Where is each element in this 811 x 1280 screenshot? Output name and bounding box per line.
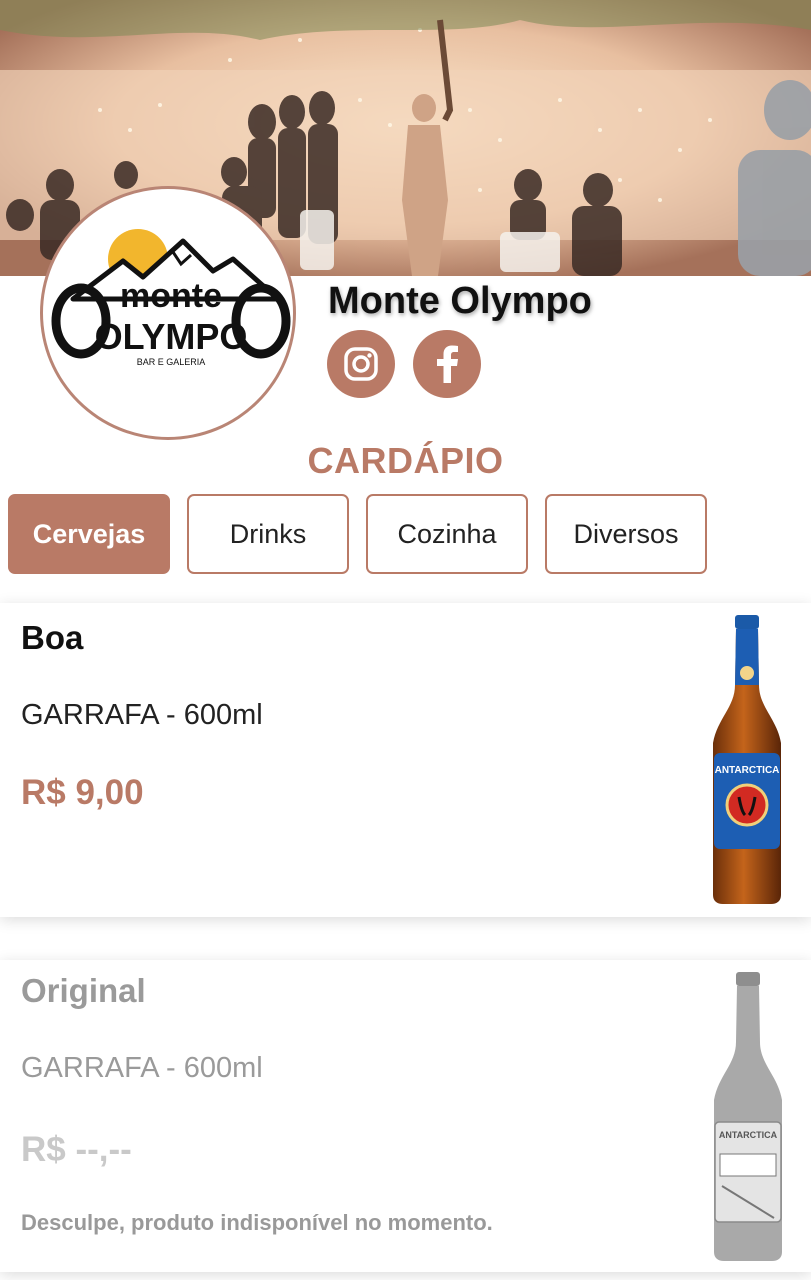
tab-cozinha[interactable]: Cozinha xyxy=(366,494,528,574)
venue-name: Monte Olympo xyxy=(328,280,592,322)
product-name: Original xyxy=(21,972,146,1009)
product-price: R$ 9,00 xyxy=(21,773,144,812)
logo-top-text: monte xyxy=(120,277,222,315)
menu-title: CARDÁPIO xyxy=(307,440,504,481)
instagram-button[interactable] xyxy=(327,330,395,398)
logo-main-text: OLYMPO xyxy=(95,316,248,357)
product-description: GARRAFA - 600ml xyxy=(21,699,263,731)
venue-logo: monte OLYMPO BAR E GALERIA xyxy=(40,186,296,440)
tab-cervejas[interactable]: Cervejas xyxy=(8,494,170,574)
unavailable-message: Desculpe, produto indisponível no moment… xyxy=(21,1210,493,1235)
tab-drinks[interactable]: Drinks xyxy=(187,494,349,574)
product-name: Boa xyxy=(21,619,84,656)
bottle-label-text: ANTARCTICA xyxy=(719,1130,778,1140)
facebook-button[interactable] xyxy=(413,330,481,398)
product-card-unavailable[interactable]: Original GARRAFA - 600ml R$ --,-- Descul… xyxy=(0,960,811,1272)
facebook-icon xyxy=(437,345,458,383)
tab-diversos[interactable]: Diversos xyxy=(545,494,707,574)
product-price: R$ --,-- xyxy=(21,1130,132,1169)
beer-bottle-image: ANTARCTICA xyxy=(714,972,782,1261)
product-description: GARRAFA - 600ml xyxy=(21,1052,263,1084)
logo-sub-text: BAR E GALERIA xyxy=(137,357,206,367)
bottle-label-text: ANTARCTICA xyxy=(715,765,780,776)
product-card[interactable]: Boa GARRAFA - 600ml R$ 9,00 ANTARCTICA xyxy=(0,603,811,917)
beer-bottle-image: ANTARCTICA xyxy=(713,615,781,904)
instagram-icon xyxy=(344,347,378,381)
